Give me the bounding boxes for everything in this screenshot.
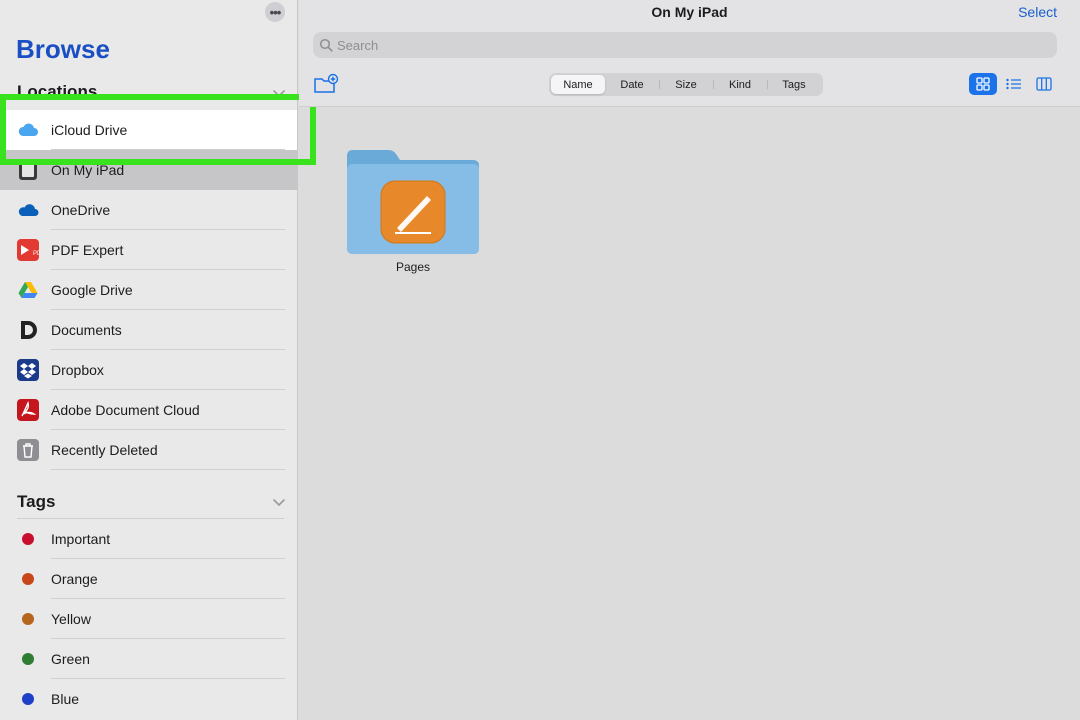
sidebar-item-adobe-document-cloud[interactable]: Adobe Document Cloud xyxy=(0,390,297,430)
new-folder-icon[interactable] xyxy=(313,73,339,95)
list-view-icon xyxy=(1006,78,1021,90)
tags-header[interactable]: Tags xyxy=(17,492,55,512)
tag-item-important[interactable]: Important xyxy=(0,519,297,559)
tag-item-orange[interactable]: Orange xyxy=(0,559,297,599)
tag-label: Green xyxy=(51,651,90,667)
sort-control: Name Date Size Kind Tags xyxy=(549,73,823,96)
search-bar[interactable] xyxy=(313,32,1057,58)
pdf-expert-icon: PDF xyxy=(17,239,39,261)
sidebar-item-label: Documents xyxy=(51,322,122,338)
sort-date-button[interactable]: Date xyxy=(605,75,659,94)
sort-kind-button[interactable]: Kind xyxy=(713,75,767,94)
sort-tags-button[interactable]: Tags xyxy=(767,75,821,94)
sidebar-item-google-drive[interactable]: Google Drive xyxy=(0,270,297,310)
ipad-icon xyxy=(17,159,39,181)
sidebar-item-label: PDF Expert xyxy=(51,242,124,258)
ellipsis-icon: ••• xyxy=(269,4,282,20)
file-item-label: Pages xyxy=(395,260,431,274)
tag-item-blue[interactable]: Blue xyxy=(0,679,297,719)
tag-dot-icon xyxy=(17,648,39,670)
browse-title: Browse xyxy=(16,34,110,64)
select-button[interactable]: Select xyxy=(1018,4,1057,20)
tag-label: Important xyxy=(51,531,111,547)
chevron-down-icon[interactable] xyxy=(272,86,286,100)
google-drive-icon xyxy=(17,279,39,301)
column-view-icon xyxy=(1036,77,1052,91)
onedrive-icon xyxy=(17,199,39,221)
tag-dot-icon xyxy=(17,608,39,630)
sidebar-item-label: Dropbox xyxy=(51,362,104,378)
sidebar-item-onedrive[interactable]: OneDrive xyxy=(0,190,297,230)
sidebar-item-dropbox[interactable]: Dropbox xyxy=(0,350,297,390)
sidebar-item-label: Google Drive xyxy=(51,282,133,298)
search-input[interactable] xyxy=(337,32,1037,58)
tag-dot-icon xyxy=(17,528,39,550)
sidebar-item-recently-deleted[interactable]: Recently Deleted xyxy=(0,430,297,470)
sidebar-item-label: On My iPad xyxy=(51,162,125,178)
tag-dot-icon xyxy=(17,688,39,710)
sidebar-item-label: OneDrive xyxy=(51,202,111,218)
sidebar-item-label: Adobe Document Cloud xyxy=(51,402,200,418)
toolbar: On My iPad Select Name Date Size Kind Ta… xyxy=(299,0,1080,107)
dropbox-icon xyxy=(17,359,39,381)
tag-dot-icon xyxy=(17,568,39,590)
grid-view-icon xyxy=(976,77,990,91)
search-icon xyxy=(319,38,333,52)
grid-view-button[interactable] xyxy=(969,73,997,95)
icloud-icon xyxy=(17,119,39,141)
pages-folder-icon xyxy=(347,150,479,254)
sidebar-item-on-my-ipad[interactable]: On My iPad xyxy=(0,150,297,190)
adobe-icon xyxy=(17,399,39,421)
sort-name-button[interactable]: Name xyxy=(551,75,605,94)
sidebar-item-label: iCloud Drive xyxy=(51,122,128,138)
tag-item-green[interactable]: Green xyxy=(0,639,297,679)
sort-size-button[interactable]: Size xyxy=(659,75,713,94)
more-options-button[interactable]: ••• xyxy=(265,2,285,22)
sidebar-item-documents[interactable]: Documents xyxy=(0,310,297,350)
locations-header[interactable]: Locations xyxy=(17,82,97,102)
sidebar-item-pdf-expert[interactable]: PDF PDF Expert xyxy=(0,230,297,270)
column-view-button[interactable] xyxy=(1030,73,1058,95)
page-title: On My iPad xyxy=(651,4,728,20)
trash-icon xyxy=(17,439,39,461)
list-view-button[interactable] xyxy=(1000,73,1028,95)
tag-label: Orange xyxy=(51,571,98,587)
sidebar: ••• Browse Locations iCloud Drive On My … xyxy=(0,0,298,720)
tag-label: Blue xyxy=(51,691,80,707)
file-item-pages[interactable] xyxy=(345,148,481,256)
tag-item-yellow[interactable]: Yellow xyxy=(0,599,297,639)
tag-label: Yellow xyxy=(51,611,91,627)
documents-icon xyxy=(17,319,39,341)
sidebar-item-icloud-drive[interactable]: iCloud Drive xyxy=(0,110,297,150)
sidebar-item-label: Recently Deleted xyxy=(51,442,158,458)
chevron-down-icon[interactable] xyxy=(272,495,286,509)
svg-text:PDF: PDF xyxy=(33,251,39,257)
